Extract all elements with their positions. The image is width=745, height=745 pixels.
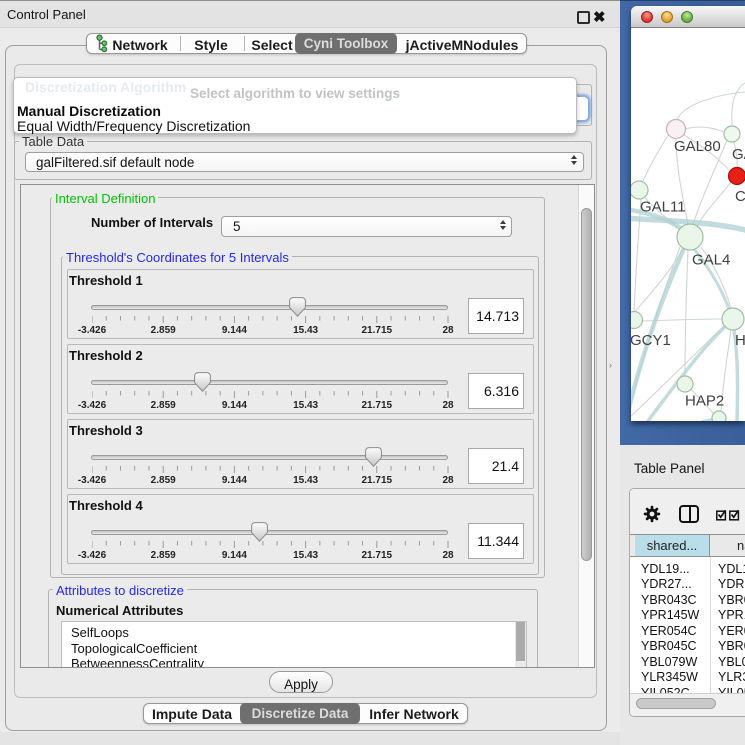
svg-text:GCY1: GCY1: [631, 332, 671, 349]
svg-text:GAL11: GAL11: [640, 199, 686, 216]
svg-text:GAL4: GAL4: [692, 252, 730, 269]
svg-text:C: C: [735, 188, 745, 205]
svg-text:GAL80: GAL80: [674, 138, 721, 155]
svg-text:H: H: [735, 332, 745, 349]
svg-text:GA: GA: [732, 146, 745, 163]
svg-text:HAP2: HAP2: [685, 393, 724, 410]
